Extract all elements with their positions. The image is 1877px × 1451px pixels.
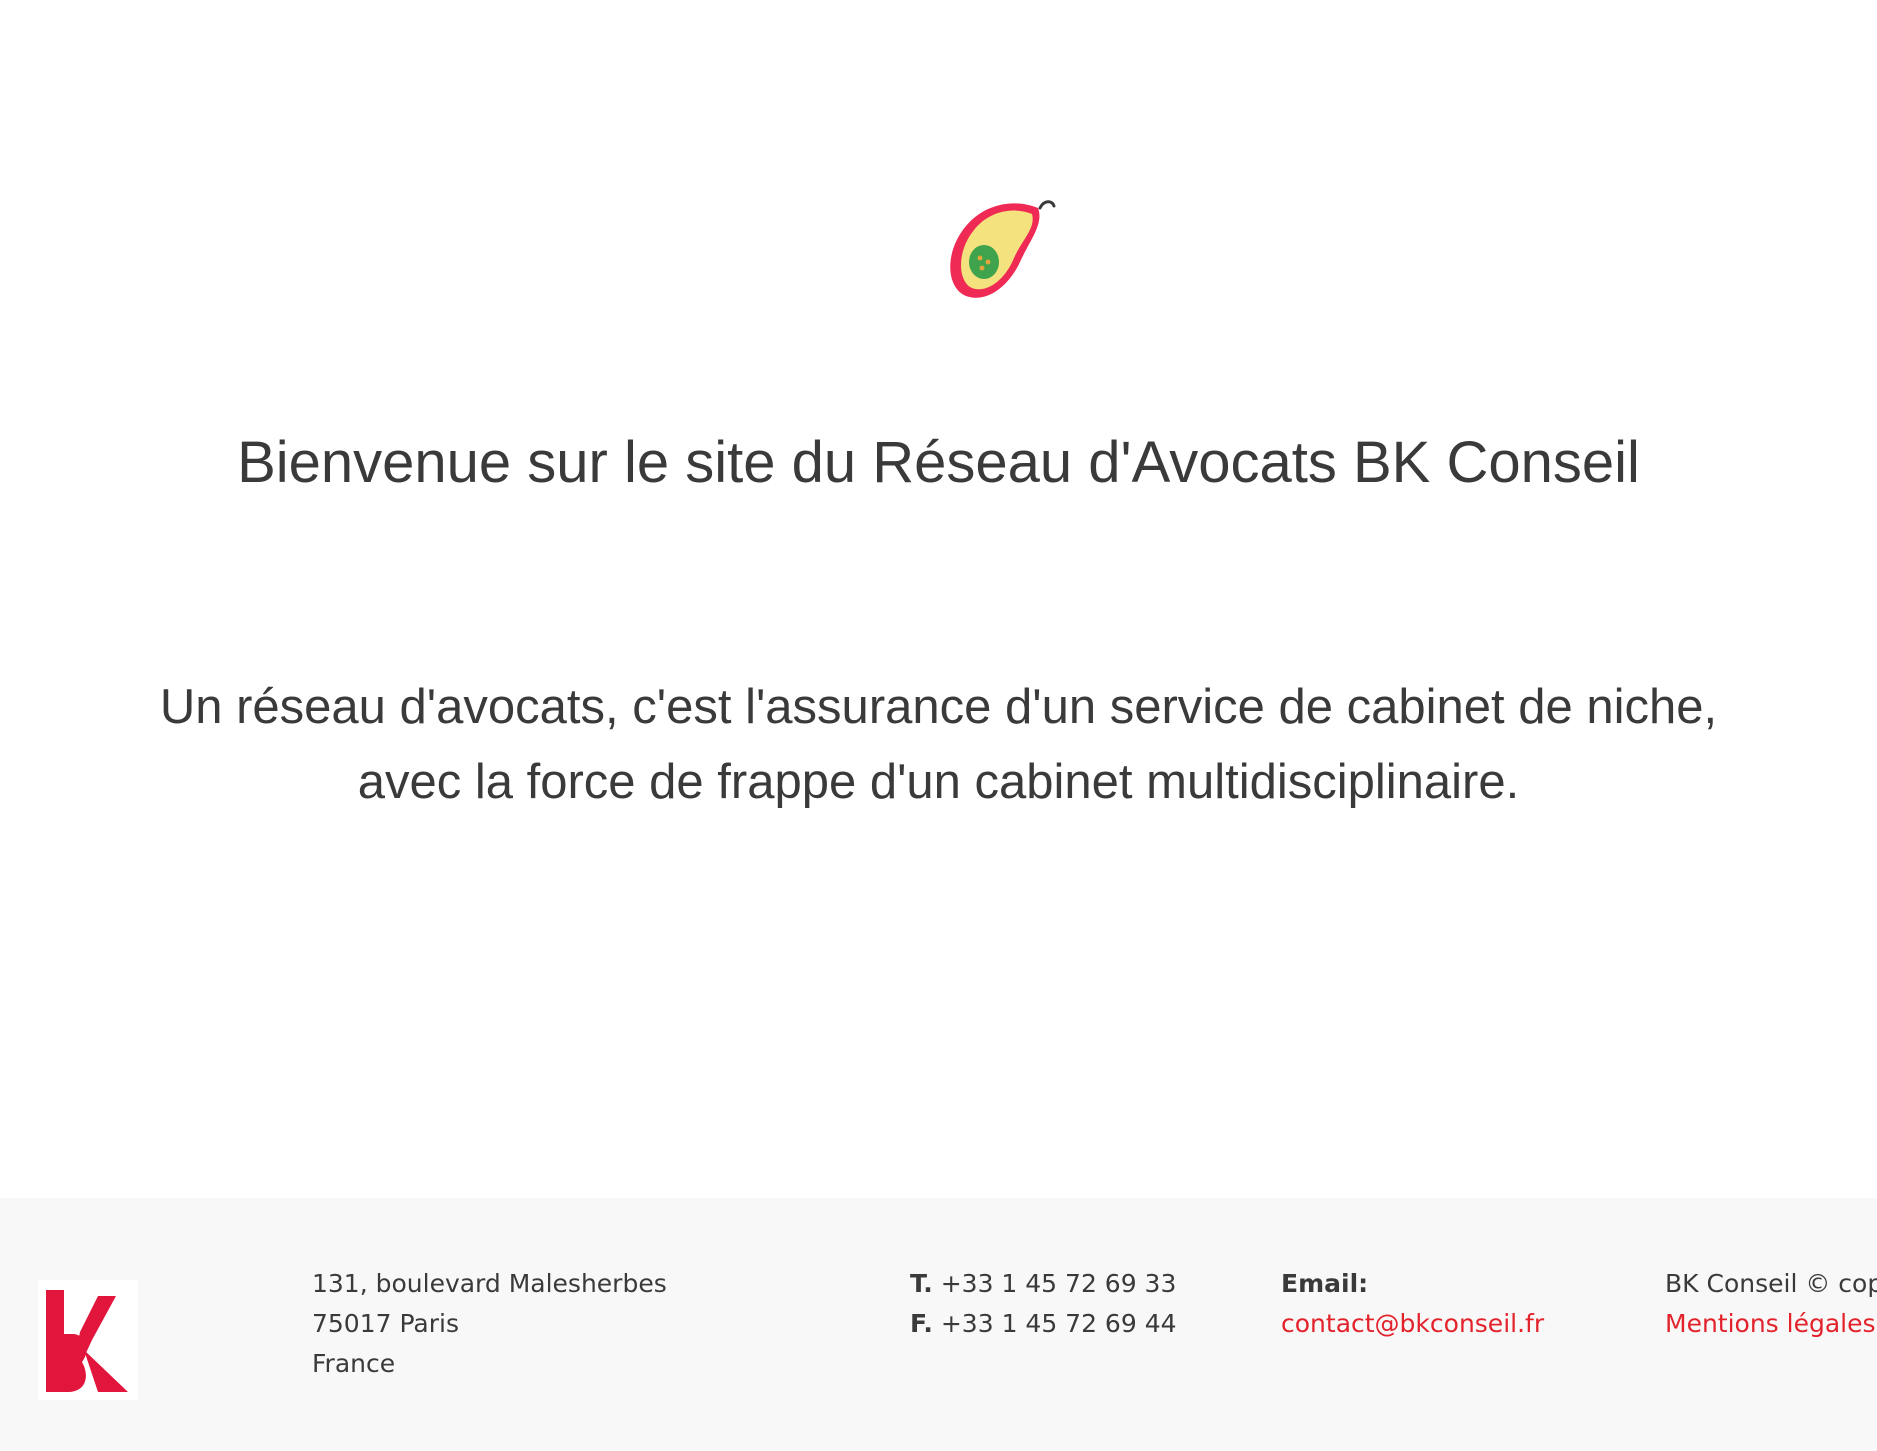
bk-logo-icon[interactable] [38, 1280, 138, 1400]
phone-label: T. [910, 1269, 933, 1298]
legal-notice-link[interactable]: Mentions légales [1665, 1304, 1877, 1344]
welcome-title: Bienvenue sur le site du Réseau d'Avocat… [237, 430, 1640, 495]
tagline-line-1: Un réseau d'avocats, c'est l'assurance d… [159, 680, 1718, 734]
fax-line: F. +33 1 45 72 69 44 [910, 1304, 1177, 1344]
footer-phone: T. +33 1 45 72 69 33 F. +33 1 45 72 69 4… [910, 1264, 1177, 1344]
footer-copyright: BK Conseil © cop Mentions légales [1665, 1264, 1877, 1344]
page: Bienvenue sur le site du Réseau d'Avocat… [0, 0, 1877, 1451]
tagline-line-2: avec la force de frappe d'un cabinet mul… [357, 755, 1520, 809]
phone-line: T. +33 1 45 72 69 33 [910, 1264, 1177, 1304]
address-street: 131, boulevard Malesherbes [312, 1269, 667, 1298]
bk-logo-mark [46, 1290, 128, 1392]
fax-number: +33 1 45 72 69 44 [940, 1309, 1177, 1338]
phone-number: +33 1 45 72 69 33 [940, 1269, 1177, 1298]
fax-label: F. [910, 1309, 933, 1338]
address-city: 75017 Paris [312, 1309, 459, 1338]
footer-address: 131, boulevard Malesherbes 75017 Paris F… [312, 1264, 667, 1384]
footer-email: Email: contact@bkconseil.fr [1281, 1264, 1544, 1344]
email-link[interactable]: contact@bkconseil.fr [1281, 1304, 1544, 1344]
tagline: Un réseau d'avocats, c'est l'assurance d… [0, 670, 1877, 820]
site-footer: 131, boulevard Malesherbes 75017 Paris F… [0, 1198, 1877, 1451]
avocado-icon [950, 200, 1056, 298]
address-country: France [312, 1349, 396, 1378]
email-label: Email: [1281, 1269, 1369, 1298]
copyright-text: BK Conseil © cop [1665, 1269, 1877, 1298]
